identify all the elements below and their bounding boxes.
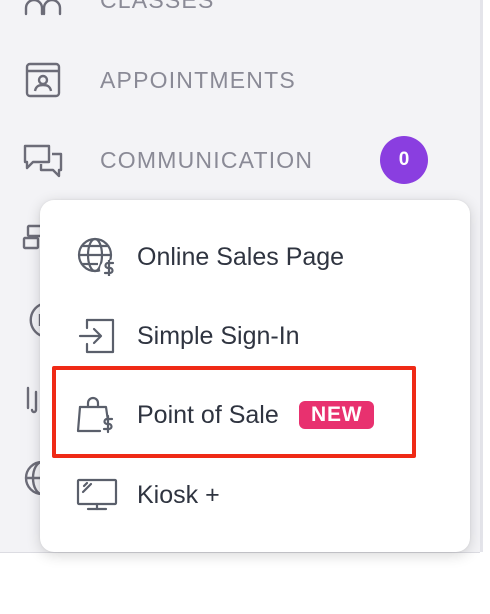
menu-item-label: Kiosk + bbox=[137, 480, 220, 509]
sidebar-item-label: COMMUNICATION bbox=[100, 146, 314, 173]
communication-icon bbox=[22, 139, 64, 181]
sidebar-item-label: CLASSES bbox=[100, 0, 215, 14]
kiosk-monitor-icon bbox=[72, 470, 122, 520]
notification-count-badge: 0 bbox=[380, 136, 428, 184]
sidebar-item-label: APPOINTMENTS bbox=[100, 66, 296, 93]
menu-item-label: Simple Sign-In bbox=[137, 321, 300, 350]
sidebar-item-appointments[interactable]: APPOINTMENTS bbox=[0, 50, 480, 110]
sidebar-item-communication[interactable]: COMMUNICATION 0 bbox=[0, 130, 480, 190]
sidebar-item-classes[interactable]: CLASSES bbox=[0, 0, 480, 30]
appointments-icon bbox=[22, 59, 64, 101]
sidebar-divider bbox=[480, 0, 483, 552]
menu-item-kiosk-plus[interactable]: Kiosk + bbox=[40, 460, 470, 530]
menu-item-simple-sign-in[interactable]: Simple Sign-In bbox=[40, 301, 470, 371]
globe-dollar-icon bbox=[72, 232, 122, 282]
sign-in-icon bbox=[72, 311, 122, 361]
classes-icon bbox=[22, 0, 64, 21]
menu-item-label: Online Sales Page bbox=[137, 242, 345, 271]
highlight-box bbox=[52, 366, 416, 458]
menu-item-online-sales-page[interactable]: Online Sales Page bbox=[40, 222, 470, 292]
